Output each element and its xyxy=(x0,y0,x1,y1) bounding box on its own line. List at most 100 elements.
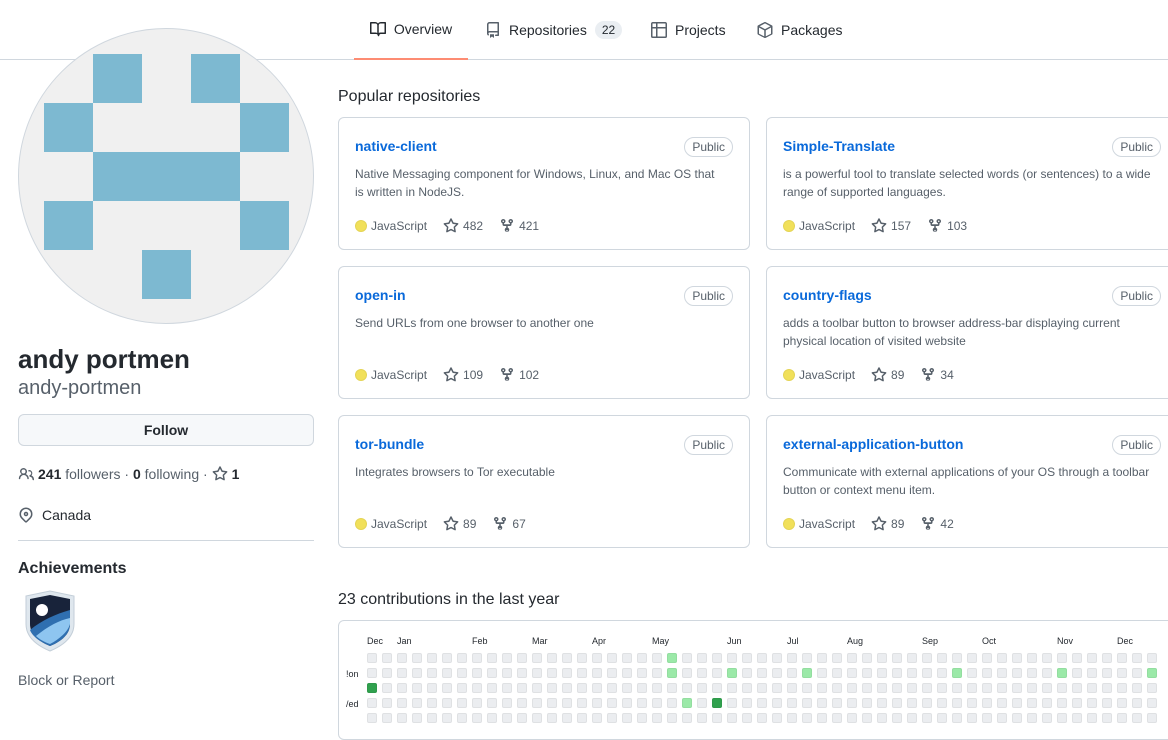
contribution-day-cell[interactable] xyxy=(1012,668,1022,678)
contribution-day-cell[interactable] xyxy=(562,653,572,663)
following-label[interactable]: following xyxy=(145,466,199,482)
contribution-day-cell[interactable] xyxy=(367,683,377,693)
contribution-day-cell[interactable] xyxy=(1012,713,1022,723)
contribution-day-cell[interactable] xyxy=(1072,713,1082,723)
contribution-day-cell[interactable] xyxy=(1132,653,1142,663)
contribution-day-cell[interactable] xyxy=(502,683,512,693)
contribution-day-cell[interactable] xyxy=(682,683,692,693)
contribution-day-cell[interactable] xyxy=(682,713,692,723)
contribution-day-cell[interactable] xyxy=(892,698,902,708)
contribution-day-cell[interactable] xyxy=(367,653,377,663)
contribution-day-cell[interactable] xyxy=(532,668,542,678)
contribution-day-cell[interactable] xyxy=(397,713,407,723)
contribution-day-cell[interactable] xyxy=(577,668,587,678)
contribution-day-cell[interactable] xyxy=(517,683,527,693)
contribution-day-cell[interactable] xyxy=(892,683,902,693)
contribution-day-cell[interactable] xyxy=(817,668,827,678)
followers-count[interactable]: 241 xyxy=(38,466,61,482)
block-or-report-link[interactable]: Block or Report xyxy=(18,672,114,688)
contribution-day-cell[interactable] xyxy=(832,683,842,693)
tab-repositories[interactable]: Repositories 22 xyxy=(485,0,623,60)
contribution-day-cell[interactable] xyxy=(1072,698,1082,708)
contribution-day-cell[interactable] xyxy=(1102,713,1112,723)
contribution-day-cell[interactable] xyxy=(397,668,407,678)
contribution-day-cell[interactable] xyxy=(742,713,752,723)
contribution-day-cell[interactable] xyxy=(952,683,962,693)
contribution-day-cell[interactable] xyxy=(622,668,632,678)
contribution-day-cell[interactable] xyxy=(1132,668,1142,678)
contribution-day-cell[interactable] xyxy=(487,683,497,693)
contribution-day-cell[interactable] xyxy=(577,653,587,663)
contribution-day-cell[interactable] xyxy=(502,698,512,708)
contribution-day-cell[interactable] xyxy=(397,683,407,693)
contribution-day-cell[interactable] xyxy=(442,698,452,708)
contribution-day-cell[interactable] xyxy=(1102,653,1112,663)
contribution-day-cell[interactable] xyxy=(412,668,422,678)
contribution-day-cell[interactable] xyxy=(802,713,812,723)
repo-name-link[interactable]: native-client xyxy=(355,138,437,154)
contribution-day-cell[interactable] xyxy=(532,713,542,723)
contribution-day-cell[interactable] xyxy=(1072,653,1082,663)
contribution-day-cell[interactable] xyxy=(667,713,677,723)
contribution-day-cell[interactable] xyxy=(1132,698,1142,708)
contribution-day-cell[interactable] xyxy=(1117,653,1127,663)
contribution-day-cell[interactable] xyxy=(1042,713,1052,723)
contribution-day-cell[interactable] xyxy=(937,698,947,708)
contribution-day-cell[interactable] xyxy=(472,683,482,693)
contribution-day-cell[interactable] xyxy=(562,683,572,693)
contribution-day-cell[interactable] xyxy=(397,698,407,708)
contribution-day-cell[interactable] xyxy=(1087,698,1097,708)
contribution-day-cell[interactable] xyxy=(712,713,722,723)
contribution-day-cell[interactable] xyxy=(1132,713,1142,723)
followers-label[interactable]: followers xyxy=(65,466,120,482)
contribution-day-cell[interactable] xyxy=(667,653,677,663)
contribution-day-cell[interactable] xyxy=(787,698,797,708)
contribution-day-cell[interactable] xyxy=(967,653,977,663)
contribution-day-cell[interactable] xyxy=(847,713,857,723)
contribution-day-cell[interactable] xyxy=(907,713,917,723)
contribution-day-cell[interactable] xyxy=(1147,683,1157,693)
stars-count[interactable]: 1 xyxy=(232,466,240,482)
contribution-day-cell[interactable] xyxy=(1147,713,1157,723)
contribution-day-cell[interactable] xyxy=(547,698,557,708)
contribution-day-cell[interactable] xyxy=(832,653,842,663)
contribution-day-cell[interactable] xyxy=(382,683,392,693)
contribution-day-cell[interactable] xyxy=(1087,683,1097,693)
contribution-day-cell[interactable] xyxy=(1027,653,1037,663)
contribution-day-cell[interactable] xyxy=(772,668,782,678)
avatar[interactable] xyxy=(18,28,314,324)
contribution-day-cell[interactable] xyxy=(472,713,482,723)
tab-packages[interactable]: Packages xyxy=(757,0,842,60)
contribution-day-cell[interactable] xyxy=(952,668,962,678)
repo-stars[interactable]: 89 xyxy=(871,367,904,383)
contribution-day-cell[interactable] xyxy=(652,668,662,678)
contribution-day-cell[interactable] xyxy=(757,653,767,663)
contribution-day-cell[interactable] xyxy=(667,668,677,678)
contribution-day-cell[interactable] xyxy=(802,653,812,663)
contribution-day-cell[interactable] xyxy=(442,653,452,663)
contribution-day-cell[interactable] xyxy=(427,653,437,663)
repo-forks[interactable]: 67 xyxy=(492,516,526,532)
contribution-day-cell[interactable] xyxy=(1132,683,1142,693)
contribution-day-cell[interactable] xyxy=(937,683,947,693)
contribution-day-cell[interactable] xyxy=(1057,713,1067,723)
contribution-day-cell[interactable] xyxy=(1072,683,1082,693)
contribution-day-cell[interactable] xyxy=(997,668,1007,678)
contribution-day-cell[interactable] xyxy=(637,683,647,693)
contribution-day-cell[interactable] xyxy=(667,698,677,708)
contribution-day-cell[interactable] xyxy=(487,653,497,663)
contribution-day-cell[interactable] xyxy=(427,668,437,678)
contribution-day-cell[interactable] xyxy=(832,713,842,723)
contribution-day-cell[interactable] xyxy=(817,698,827,708)
repo-name-link[interactable]: tor-bundle xyxy=(355,436,424,452)
contribution-day-cell[interactable] xyxy=(967,683,977,693)
contribution-day-cell[interactable] xyxy=(847,683,857,693)
contribution-day-cell[interactable] xyxy=(982,683,992,693)
contribution-day-cell[interactable] xyxy=(397,653,407,663)
contribution-day-cell[interactable] xyxy=(607,653,617,663)
contribution-day-cell[interactable] xyxy=(712,698,722,708)
contribution-day-cell[interactable] xyxy=(532,698,542,708)
contribution-day-cell[interactable] xyxy=(907,668,917,678)
contribution-day-cell[interactable] xyxy=(922,713,932,723)
contribution-day-cell[interactable] xyxy=(592,698,602,708)
